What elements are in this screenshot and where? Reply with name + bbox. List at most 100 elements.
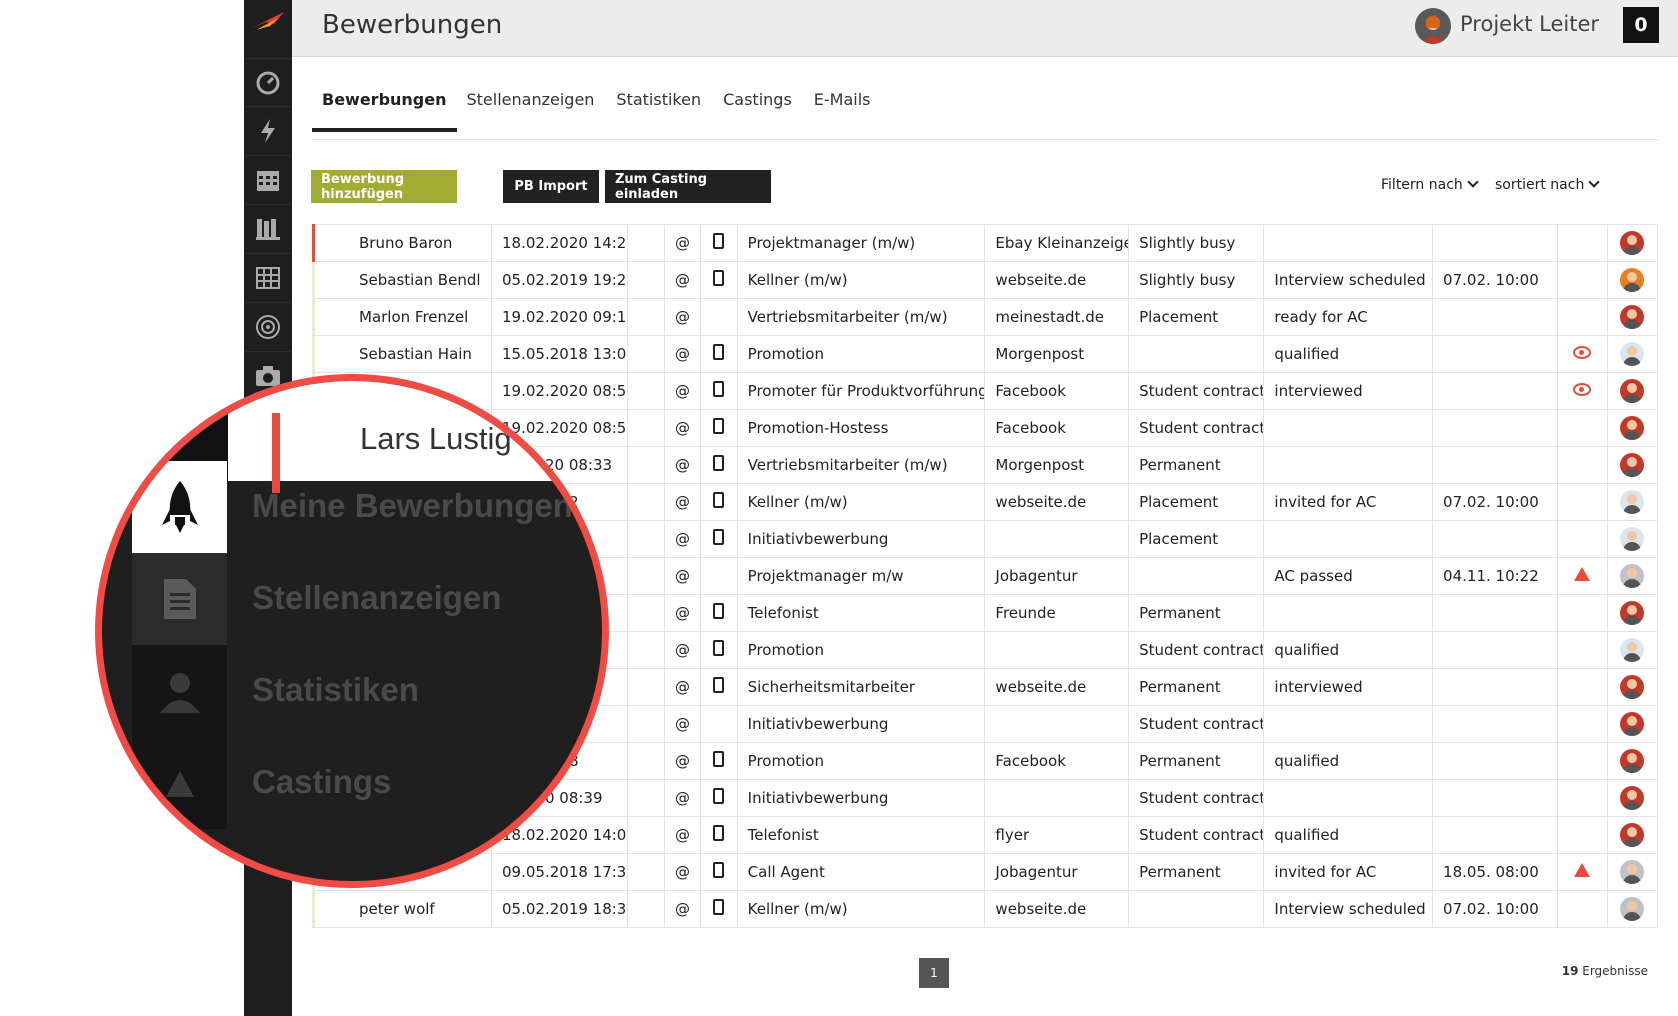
phone-cell[interactable] (700, 816, 738, 854)
table-row[interactable]: Bruno Baron 18.02.2020 14:24 @ Projektmanag… (311, 224, 1659, 262)
email-cell[interactable]: @ (663, 483, 702, 521)
table-row[interactable]: Marlon Frenzel 19.02.2020 09:12 @ Vertriebs… (311, 298, 1659, 336)
applicant-name-cell[interactable]: Bruno Baron (311, 224, 493, 262)
avatar-cell[interactable] (1606, 446, 1659, 484)
phone-cell[interactable] (700, 779, 738, 817)
table-row[interactable]: peter wolf 05.02.2019 18:39 @ Kellner (m/w)… (311, 890, 1659, 928)
page-button-current[interactable]: 1 (919, 958, 949, 988)
email-cell[interactable]: @ (663, 372, 702, 410)
invite-casting-button[interactable]: Zum Casting einladen (605, 170, 771, 203)
avatar-cell[interactable] (1606, 890, 1659, 928)
avatar-cell[interactable] (1606, 372, 1659, 410)
applicant-name-cell[interactable]: Sebastian Hain (311, 335, 493, 373)
avatar-cell[interactable] (1606, 409, 1659, 447)
avatar-cell[interactable] (1606, 261, 1659, 299)
position-cell: Promotion (736, 742, 986, 780)
dashboard-icon[interactable] (244, 58, 292, 107)
eye-icon[interactable] (1573, 346, 1592, 359)
phone-cell[interactable] (700, 705, 738, 743)
notification-badge[interactable]: 0 (1623, 7, 1659, 43)
email-cell[interactable]: @ (663, 668, 702, 706)
calendar-icon[interactable] (244, 155, 292, 204)
table-row[interactable]: Sebastian Hain 15.05.2018 13:09 @ Promotion… (311, 335, 1659, 373)
tab-castings[interactable]: Castings (713, 84, 804, 124)
email-cell[interactable]: @ (663, 779, 702, 817)
table-row[interactable]: ann09.05.2018 17:39@Call AgentJobagentur… (311, 853, 1659, 891)
avatar-cell[interactable] (1606, 705, 1659, 743)
avatar-cell[interactable] (1606, 224, 1659, 262)
table-icon[interactable] (244, 253, 292, 302)
avatar-cell[interactable] (1606, 335, 1659, 373)
sort-dropdown[interactable]: sortiert nach (1495, 176, 1600, 193)
email-cell[interactable]: @ (663, 409, 702, 447)
email-cell[interactable]: @ (663, 631, 702, 669)
target-icon[interactable] (244, 302, 292, 351)
email-cell[interactable]: @ (663, 594, 702, 632)
phone-cell[interactable] (700, 446, 738, 484)
avatar-cell[interactable] (1606, 816, 1659, 854)
avatar-cell[interactable] (1606, 779, 1659, 817)
avatar-cell[interactable] (1606, 853, 1659, 891)
email-cell[interactable]: @ (663, 890, 702, 928)
books-icon[interactable] (244, 204, 292, 253)
phone-cell[interactable] (700, 557, 738, 595)
avatar-cell[interactable] (1606, 298, 1659, 336)
phone-cell[interactable] (700, 372, 738, 410)
tab-stellenanzeigen[interactable]: Stellenanzeigen (457, 84, 607, 124)
phone-cell[interactable] (700, 742, 738, 780)
magnified-menu-item-castings[interactable]: Castings (102, 737, 602, 829)
tab-bewerbungen[interactable]: Bewerbungen (312, 84, 457, 132)
phone-cell[interactable] (700, 890, 738, 928)
pb-import-button[interactable]: PB Import (503, 170, 599, 203)
applicant-name-cell[interactable]: Sebastian Bendl (311, 261, 493, 299)
phone-cell[interactable] (700, 594, 738, 632)
applicant-name-cell[interactable]: Marlon Frenzel (311, 298, 493, 336)
email-cell[interactable]: @ (663, 705, 702, 743)
magnified-menu-item-stellenanzeigen[interactable]: Stellenanzeigen (102, 553, 602, 645)
phone-cell[interactable] (700, 668, 738, 706)
avatar-cell[interactable] (1606, 668, 1659, 706)
magnified-menu-item-statistiken[interactable]: Statistiken (102, 645, 602, 737)
avatar-head (1627, 346, 1638, 356)
email-cell[interactable]: @ (663, 853, 702, 891)
phone-cell[interactable] (700, 631, 738, 669)
email-cell[interactable]: @ (663, 816, 702, 854)
phone-cell[interactable] (700, 409, 738, 447)
date-cell: 19.02.2020 09:12 (491, 298, 629, 336)
email-cell[interactable]: @ (663, 261, 702, 299)
avatar-cell[interactable] (1606, 742, 1659, 780)
tab-statistiken[interactable]: Statistiken (606, 84, 713, 124)
phone-cell[interactable] (700, 335, 738, 373)
phone-cell[interactable] (700, 298, 738, 336)
eye-icon[interactable] (1573, 383, 1592, 396)
email-cell[interactable]: @ (663, 298, 702, 336)
avatar-cell[interactable] (1606, 520, 1659, 558)
applicant-name-cell[interactable]: peter wolf (311, 890, 493, 928)
stage-cell: Interview scheduled (1263, 261, 1434, 299)
phone-cell[interactable] (700, 483, 738, 521)
filter-dropdown[interactable]: Filtern nach (1381, 176, 1479, 193)
email-cell[interactable]: @ (663, 557, 702, 595)
magnified-menu-item-meine-bewerbungen[interactable]: Meine Bewerbungen (102, 461, 602, 553)
phone-cell[interactable] (700, 224, 738, 262)
table-row[interactable]: Sebastian Bendl 05.02.2019 19:22 @ Kellner … (311, 261, 1659, 299)
phone-cell[interactable] (700, 520, 738, 558)
lightning-icon[interactable] (244, 106, 292, 155)
tab-emails[interactable]: E-Mails (804, 84, 883, 124)
avatar-cell[interactable] (1606, 594, 1659, 632)
add-application-button[interactable]: Bewerbung hinzufügen (311, 170, 457, 203)
avatar-cell[interactable] (1606, 557, 1659, 595)
avatar-cell[interactable] (1606, 483, 1659, 521)
logo-icon[interactable] (248, 6, 288, 36)
email-cell[interactable]: @ (663, 224, 702, 262)
avatar-cell[interactable] (1606, 631, 1659, 669)
user-avatar[interactable] (1415, 8, 1451, 44)
email-cell[interactable]: @ (663, 335, 702, 373)
email-cell[interactable]: @ (663, 446, 702, 484)
phone-cell[interactable] (700, 261, 738, 299)
email-cell[interactable]: @ (663, 742, 702, 780)
email-cell[interactable]: @ (663, 520, 702, 558)
top-header: Bewerbungen Projekt Leiter 0 (292, 0, 1678, 57)
user-name[interactable]: Projekt Leiter (1460, 12, 1599, 36)
phone-cell[interactable] (700, 853, 738, 891)
